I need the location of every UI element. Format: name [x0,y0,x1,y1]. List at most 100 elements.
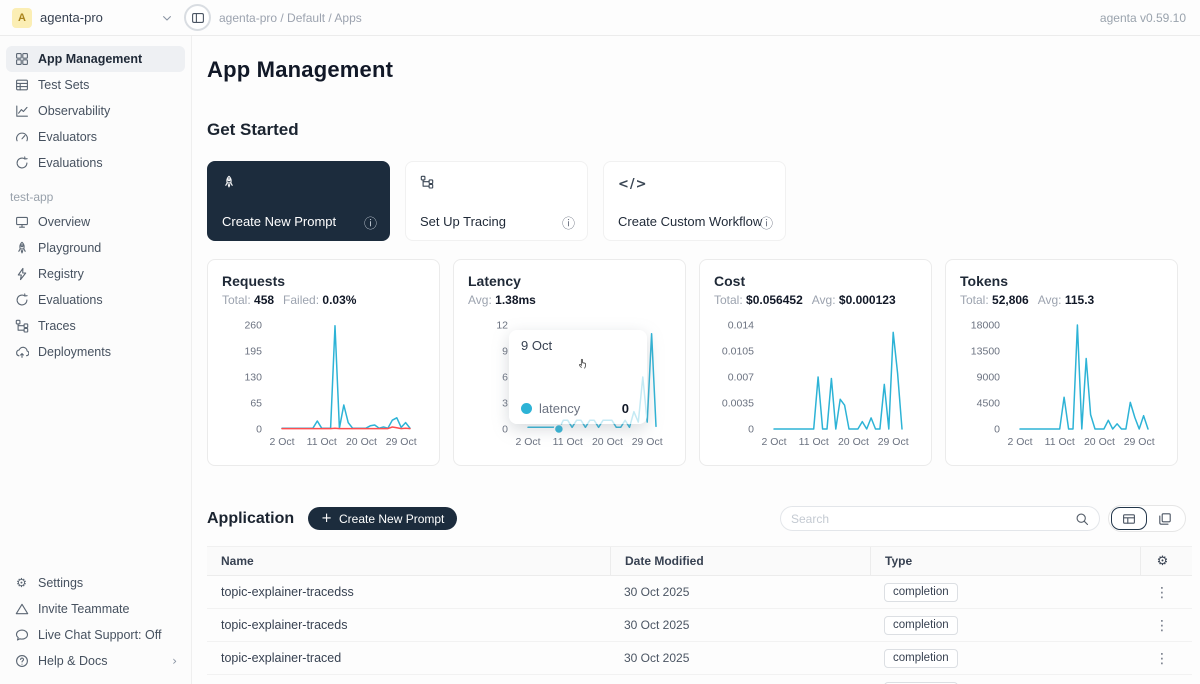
workspace-avatar: A [12,8,32,28]
svg-text:20 Oct: 20 Oct [1084,436,1115,448]
table-row-topic-explainer-tracedss[interactable]: topic-explainer-tracedss30 Oct 2025compl… [207,576,1192,609]
sidebar-collapse-button[interactable] [184,4,211,31]
sidebar-item-observability[interactable]: Observability [6,98,185,124]
svg-text:195: 195 [244,346,262,358]
search-input[interactable] [791,512,1075,526]
svg-text:0: 0 [502,424,508,436]
view-toggle [1108,505,1186,532]
svg-text:29 Oct: 29 Oct [632,436,663,448]
gear-icon: ⚙ [14,577,29,590]
metric-stat-value: 52,806 [992,293,1029,307]
get-started-card-create-new-prompt[interactable]: Create New Prompt ⓘ [207,161,390,241]
tree-icon [14,319,29,333]
sidebar-item-app-management[interactable]: App Management [6,46,185,72]
sidebar-item-overview[interactable]: Overview [6,209,185,235]
svg-text:9: 9 [502,346,508,358]
svg-text:13500: 13500 [971,346,1000,358]
chart-tooltip: 9 Octlatency0 [509,330,647,424]
sidebar-item-deployments[interactable]: Deployments [6,339,185,365]
row-actions-button[interactable]: ⋮ [1140,618,1184,632]
table-header-type[interactable]: Type [870,547,1140,575]
sidebar-item-test-sets[interactable]: Test Sets [6,72,185,98]
get-started-card-set-up-tracing[interactable]: Set Up Tracingⓘ [405,161,588,241]
code-icon: </> [618,178,648,191]
sidebar-item-label: Evaluations [38,156,103,170]
breadcrumb[interactable]: agenta-pro / Default / Apps [219,11,362,25]
main-content: App Management Get Started Create New Pr… [192,36,1200,684]
sidebar-item-live-chat-support-off[interactable]: Live Chat Support: Off [6,622,185,648]
svg-text:29 Oct: 29 Oct [1124,436,1155,448]
table-view-button[interactable] [1111,507,1147,530]
series-dot [521,403,532,414]
info-icon[interactable]: ⓘ [364,218,377,231]
sidebar-item-invite-teammate[interactable]: Invite Teammate [6,596,185,622]
row-actions-button[interactable]: ⋮ [1140,585,1184,599]
sidebar-item-evaluations[interactable]: Evaluations [6,287,185,313]
application-header: Application + Create New Prompt [207,505,1200,532]
create-new-prompt-button[interactable]: + Create New Prompt [308,507,457,530]
get-started-cards: Create New PromptⓘSet Up Tracingⓘ</>Crea… [207,161,1200,241]
svg-text:20 Oct: 20 Oct [838,436,869,448]
svg-text:29 Oct: 29 Oct [386,436,417,448]
refresh-icon [14,293,29,307]
sidebar-item-playground[interactable]: Playground [6,235,185,261]
metric-chart-cost: 00.00350.0070.01050.0142 Oct11 Oct20 Oct… [714,311,932,453]
sidebar-item-help-docs[interactable]: Help & Docs› [6,648,185,674]
sidebar-item-label: Settings [38,576,83,590]
search-icon[interactable] [1075,512,1089,526]
metric-stat-value: 0.03% [322,293,356,307]
metric-stat-label: Avg: [812,293,839,307]
sidebar-item-label: Registry [38,267,84,281]
metric-stat-value: 1.38ms [495,293,536,307]
svg-text:11 Oct: 11 Oct [799,436,829,448]
sidebar-item-traces[interactable]: Traces [6,313,185,339]
table-icon [14,78,29,92]
info-icon[interactable]: ⓘ [562,218,575,231]
metric-card-cost: CostTotal: $0.056452Avg: $0.00012300.003… [699,259,932,466]
workspace-switcher[interactable]: A agenta-pro [0,8,184,28]
cloud-icon [14,345,29,359]
hand-cursor-icon [531,355,635,369]
help-icon [14,654,29,668]
metric-card-title: Cost [714,273,931,289]
tooltip-series-row: latency0 [521,401,635,416]
cell-name: topic-explainer-tracedss [207,585,610,599]
table-header-date-modified[interactable]: Date Modified [610,547,870,575]
table-row-topic-explainer-traced[interactable]: topic-explainer-traced30 Oct 2025complet… [207,642,1192,675]
sidebar-item-label: Overview [38,215,90,229]
sidebar-item-evaluations[interactable]: Evaluations [6,150,185,176]
cell-name: topic-explainer-traced [207,651,610,665]
metric-card-title: Latency [468,273,685,289]
metric-chart-requests: 0651301952602 Oct11 Oct20 Oct29 Oct [222,311,440,453]
sidebar-item-evaluators[interactable]: Evaluators [6,124,185,150]
gear-icon[interactable]: ⚙ [1157,555,1169,568]
cell-type: completion [870,649,1140,668]
cell-type: completion [870,583,1140,602]
table-row-career-assessment[interactable]: career-assessment27 Oct 2025completion⋮ [207,675,1192,684]
sidebar-item-settings[interactable]: ⚙ Settings [6,570,185,596]
info-icon[interactable]: ⓘ [760,218,773,231]
table-settings-cell: ⚙ [1140,547,1184,575]
metric-card-stats: Total: 458Failed: 0.03% [222,293,439,307]
svg-text:65: 65 [250,398,262,410]
sidebar-item-label: Help & Docs [38,654,107,668]
metric-stat-label: Avg: [468,293,495,307]
svg-text:0.007: 0.007 [728,372,754,384]
get-started-card-label: Create New Prompt [222,214,336,229]
metric-stat-value: 115.3 [1065,293,1094,307]
svg-text:18000: 18000 [971,320,1000,332]
sidebar-item-label: Test Sets [38,78,89,92]
create-new-prompt-label: Create New Prompt [339,512,444,526]
sidebar-item-registry[interactable]: Registry [6,261,185,287]
svg-text:11 Oct: 11 Oct [553,436,583,448]
row-actions-button[interactable]: ⋮ [1140,651,1184,665]
card-view-button[interactable] [1147,507,1183,530]
svg-text:3: 3 [502,398,508,410]
rocket-icon [14,241,29,255]
svg-text:0.014: 0.014 [728,320,754,332]
table-header-row: NameDate ModifiedType ⚙ [207,547,1192,576]
get-started-card-create-custom-workflow[interactable]: </>Create Custom Workflowⓘ [603,161,786,241]
table-header-name[interactable]: Name [207,547,610,575]
table-row-topic-explainer-traceds[interactable]: topic-explainer-traceds30 Oct 2025comple… [207,609,1192,642]
grid-icon [14,52,29,66]
